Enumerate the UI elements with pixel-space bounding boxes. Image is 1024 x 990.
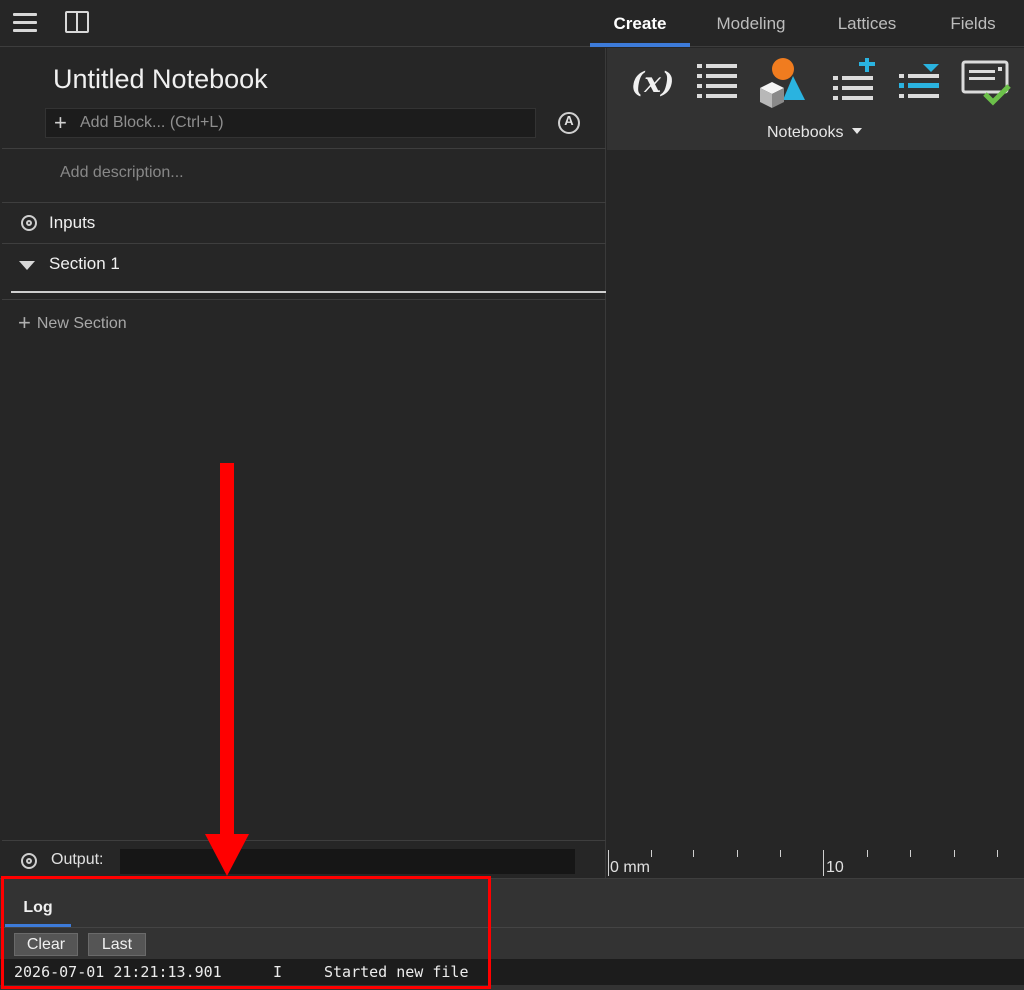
section-header[interactable]: Section 1 xyxy=(2,244,606,284)
notebook-toolbar: (x) Notebooks xyxy=(607,48,1024,150)
variable-glyph: (x) xyxy=(631,66,674,99)
add-block-placeholder: Add Block... (Ctrl+L) xyxy=(80,114,224,131)
divider xyxy=(2,299,606,300)
inputs-label: Inputs xyxy=(49,213,96,232)
output-bar: Output: xyxy=(2,840,606,878)
insert-list-icon[interactable] xyxy=(895,58,943,106)
ruler-tick xyxy=(997,850,998,857)
divider xyxy=(2,148,606,149)
annotation-highlight-box xyxy=(1,876,491,989)
new-section-label: New Section xyxy=(36,315,127,332)
ruler-tick xyxy=(608,850,609,876)
auto-update-icon[interactable]: A xyxy=(558,112,580,134)
collapse-triangle-icon[interactable] xyxy=(19,261,35,270)
top-bar: Create Modeling Lattices Fields xyxy=(0,0,1024,47)
notebooks-dropdown[interactable]: Notebooks xyxy=(767,124,862,142)
annotation-arrow-shaft xyxy=(220,463,234,838)
caret-down-icon xyxy=(851,128,862,134)
ruler-tick xyxy=(867,850,868,857)
notebook-title[interactable]: Untitled Notebook xyxy=(53,64,268,95)
plus-icon: + xyxy=(54,110,67,135)
shapes-icon[interactable] xyxy=(757,58,805,108)
ruler-tick xyxy=(651,850,652,857)
annotation-arrow-head xyxy=(205,834,249,876)
tab-fields[interactable]: Fields xyxy=(936,0,1010,47)
variable-icon[interactable]: (x) xyxy=(627,58,675,106)
output-label: Output: xyxy=(51,851,104,868)
notebook-panel: Untitled Notebook + Add Block... (Ctrl+L… xyxy=(2,48,606,878)
split-panel-icon[interactable] xyxy=(63,10,91,36)
ruler-tick xyxy=(910,850,911,857)
gear-icon xyxy=(19,213,39,233)
ruler-tick xyxy=(823,850,824,876)
tab-create[interactable]: Create xyxy=(590,0,690,47)
tab-lattices[interactable]: Lattices xyxy=(822,0,912,47)
add-list-icon[interactable] xyxy=(829,56,877,106)
plus-icon: + xyxy=(18,310,31,335)
section-underline xyxy=(11,291,606,293)
list-icon[interactable] xyxy=(693,58,741,106)
description-field[interactable]: Add description... xyxy=(60,164,184,182)
hamburger-menu-icon[interactable] xyxy=(11,10,39,36)
ruler-tick xyxy=(954,850,955,857)
section-label: Section 1 xyxy=(49,254,120,273)
ruler-label-ten: 10 xyxy=(826,859,844,876)
ruler-tick xyxy=(693,850,694,857)
new-section-button[interactable]: + New Section xyxy=(18,310,127,336)
notebooks-label: Notebooks xyxy=(767,124,844,141)
check-panel-icon[interactable] xyxy=(961,58,1011,106)
add-block-input[interactable]: + Add Block... (Ctrl+L) xyxy=(45,108,536,138)
scale-ruler: 0 mm 10 xyxy=(607,846,1024,878)
ruler-tick xyxy=(780,850,781,857)
output-field[interactable] xyxy=(120,849,575,874)
tab-modeling[interactable]: Modeling xyxy=(702,0,800,47)
inputs-row[interactable]: Inputs xyxy=(2,203,606,243)
gear-icon xyxy=(19,851,39,871)
ruler-tick xyxy=(737,850,738,857)
app-window: Create Modeling Lattices Fields Untitled… xyxy=(0,0,1024,990)
ruler-label-zero: 0 mm xyxy=(610,859,650,876)
viewport-panel: (x) Notebooks 0 mm 10 xyxy=(607,48,1024,878)
